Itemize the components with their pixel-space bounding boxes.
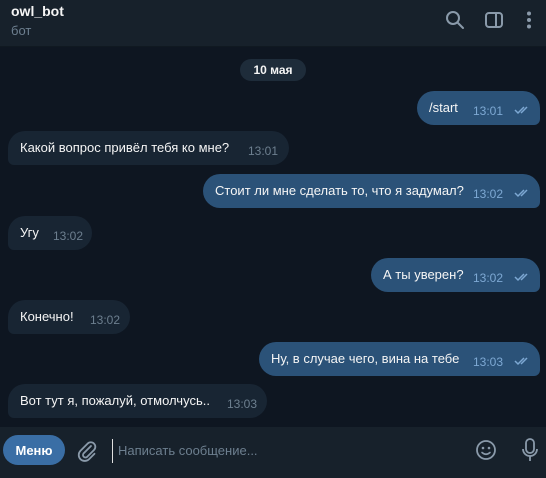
- read-ticks-icon: [514, 273, 528, 282]
- sidebar-toggle-icon[interactable]: [483, 9, 505, 31]
- composer-bar: Меню Написать сообщение...: [0, 427, 546, 478]
- more-menu-icon[interactable]: [518, 9, 540, 31]
- message-time: 13:01: [248, 144, 279, 158]
- message-list[interactable]: 10 мая /start 13:01 Какой вопрос привёл …: [0, 47, 546, 426]
- outgoing-message[interactable]: А ты уверен? 13:02: [371, 258, 540, 292]
- message-time: 13:02: [473, 187, 504, 201]
- incoming-message[interactable]: Какой вопрос привёл тебя ко мне? 13:01: [8, 131, 289, 165]
- message-text: Ну, в случае чего, вина на тебе: [271, 351, 460, 366]
- incoming-message[interactable]: Вот тут я, пожалуй, отмолчусь.. 13:03: [8, 384, 267, 418]
- chat-header: owl_bot бот: [0, 0, 546, 47]
- emoji-icon[interactable]: [474, 438, 498, 462]
- message-time: 13:01: [473, 104, 504, 118]
- message-text: Конечно!: [20, 309, 74, 324]
- read-ticks-icon: [514, 357, 528, 366]
- chat-title[interactable]: owl_bot: [11, 3, 64, 19]
- date-separator: 10 мая: [240, 59, 306, 81]
- read-ticks-icon: [514, 189, 528, 198]
- incoming-message[interactable]: Конечно! 13:02: [8, 300, 130, 334]
- microphone-icon[interactable]: [518, 437, 542, 463]
- message-text: /start: [429, 100, 458, 115]
- message-text: А ты уверен?: [383, 267, 464, 282]
- read-ticks-icon: [514, 106, 528, 115]
- message-time: 13:02: [473, 271, 504, 285]
- message-time: 13:02: [53, 229, 84, 243]
- search-icon[interactable]: [444, 9, 466, 31]
- outgoing-message[interactable]: Стоит ли мне сделать то, что я задумал? …: [203, 174, 540, 208]
- message-text: Стоит ли мне сделать то, что я задумал?: [215, 183, 464, 198]
- incoming-message[interactable]: Угу 13:02: [8, 216, 92, 250]
- outgoing-message[interactable]: Ну, в случае чего, вина на тебе 13:03: [259, 342, 540, 376]
- message-time: 13:02: [90, 313, 121, 327]
- attach-icon[interactable]: [75, 439, 99, 463]
- bot-menu-button[interactable]: Меню: [3, 435, 65, 465]
- message-text: Угу: [20, 225, 39, 240]
- message-time: 13:03: [473, 355, 504, 369]
- message-text: Какой вопрос привёл тебя ко мне?: [20, 140, 230, 155]
- message-time: 13:03: [227, 397, 258, 411]
- outgoing-message[interactable]: /start 13:01: [417, 91, 540, 125]
- message-text: Вот тут я, пожалуй, отмолчусь..: [20, 393, 210, 408]
- message-input[interactable]: Написать сообщение...: [112, 439, 462, 463]
- chat-subtitle: бот: [11, 23, 32, 38]
